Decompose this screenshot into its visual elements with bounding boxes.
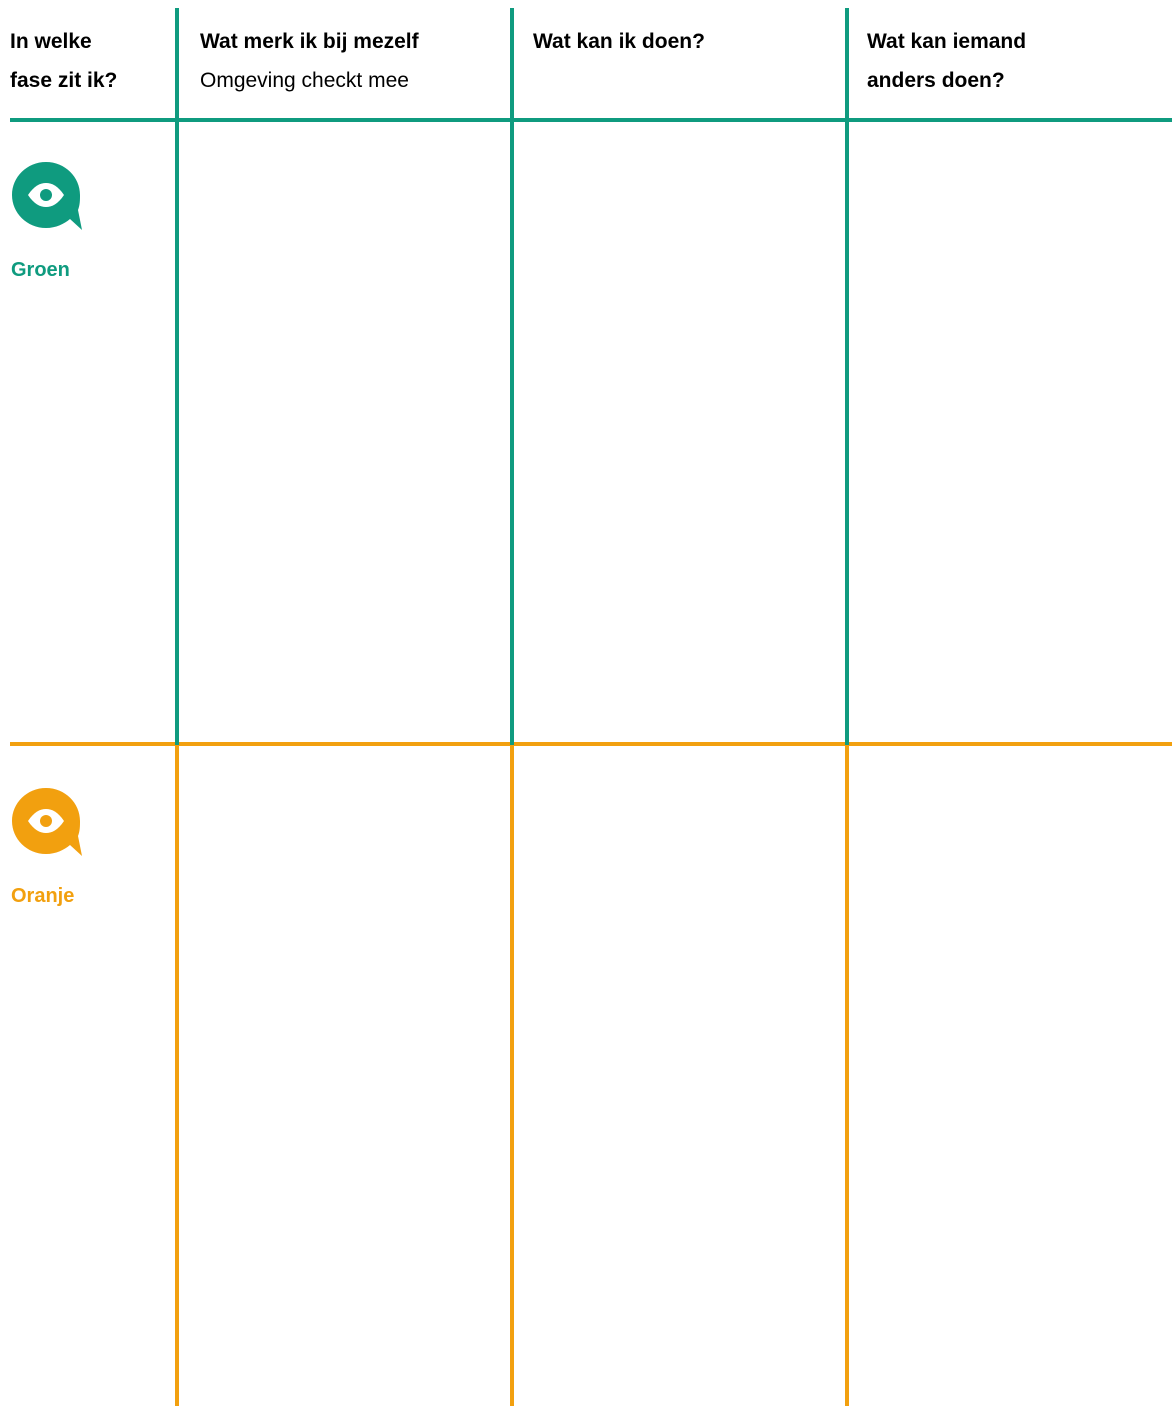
column-divider-3-orange <box>845 745 849 1406</box>
cell-orange-others-actions[interactable] <box>850 747 1172 1406</box>
phase-label-green: Groen <box>11 259 70 281</box>
cell-orange-own-actions[interactable] <box>515 747 845 1406</box>
column-header-self-observation-title: Wat merk ik bij mezelf <box>200 30 419 53</box>
cell-orange-self-observation[interactable] <box>180 747 510 1406</box>
column-header-others-actions-line2: anders doen? <box>867 69 1005 92</box>
column-divider-1-orange <box>175 745 179 1406</box>
column-header-own-actions: Wat kan ik doen? <box>533 22 833 61</box>
phase-label-orange: Oranje <box>11 885 75 907</box>
cell-green-self-observation[interactable] <box>180 122 510 742</box>
column-header-own-actions-title: Wat kan ik doen? <box>533 30 705 53</box>
column-divider-2-green <box>510 8 514 745</box>
column-header-self-observation: Wat merk ik bij mezelf Omgeving checkt m… <box>200 22 500 100</box>
column-header-self-observation-subtitle: Omgeving checkt mee <box>200 69 409 92</box>
column-header-phase: In welke fase zit ik? <box>10 22 170 100</box>
column-divider-2-orange <box>510 745 514 1406</box>
eye-speech-bubble-icon <box>12 162 82 230</box>
column-header-phase-line2: fase zit ik? <box>10 69 118 92</box>
column-header-others-actions: Wat kan iemand anders doen? <box>867 22 1167 100</box>
cell-green-own-actions[interactable] <box>515 122 845 742</box>
orange-row-divider <box>10 742 1172 746</box>
column-header-others-actions-line1: Wat kan iemand <box>867 30 1027 53</box>
column-divider-3-green <box>845 8 849 745</box>
column-header-phase-line1: In welke <box>10 30 92 53</box>
cell-green-others-actions[interactable] <box>850 122 1172 742</box>
eye-speech-bubble-icon <box>12 788 82 856</box>
column-divider-1-green <box>175 8 179 745</box>
